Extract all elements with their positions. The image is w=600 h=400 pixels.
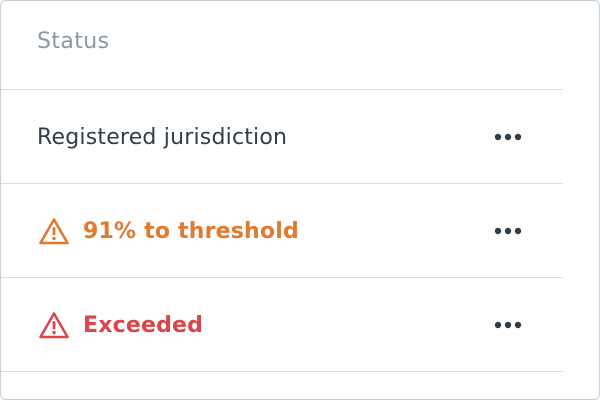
row-more-button[interactable]: [485, 121, 533, 153]
row-more-button[interactable]: [485, 309, 533, 341]
status-cell: Exceeded: [37, 278, 203, 372]
status-cell: Registered jurisdiction: [37, 90, 287, 184]
status-cell: 91% to threshold: [37, 184, 299, 278]
more-horizontal-icon: [494, 321, 522, 329]
row-divider: [1, 371, 563, 372]
status-label: Registered jurisdiction: [37, 124, 288, 150]
status-label: Exceeded: [83, 312, 204, 338]
table-row: Exceeded: [1, 278, 563, 372]
table-row: Registered jurisdiction: [1, 90, 563, 184]
row-more-button[interactable]: [485, 215, 533, 247]
status-label: 91% to threshold: [83, 218, 299, 244]
status-column-header: Status: [37, 29, 110, 54]
warning-triangle-icon: [37, 310, 71, 340]
more-horizontal-icon: [494, 227, 522, 235]
table-row: 91% to threshold: [1, 184, 563, 278]
more-horizontal-icon: [494, 133, 522, 141]
status-panel: Status Registered jurisdiction 91% to th…: [0, 0, 600, 400]
warning-triangle-icon: [37, 216, 71, 246]
